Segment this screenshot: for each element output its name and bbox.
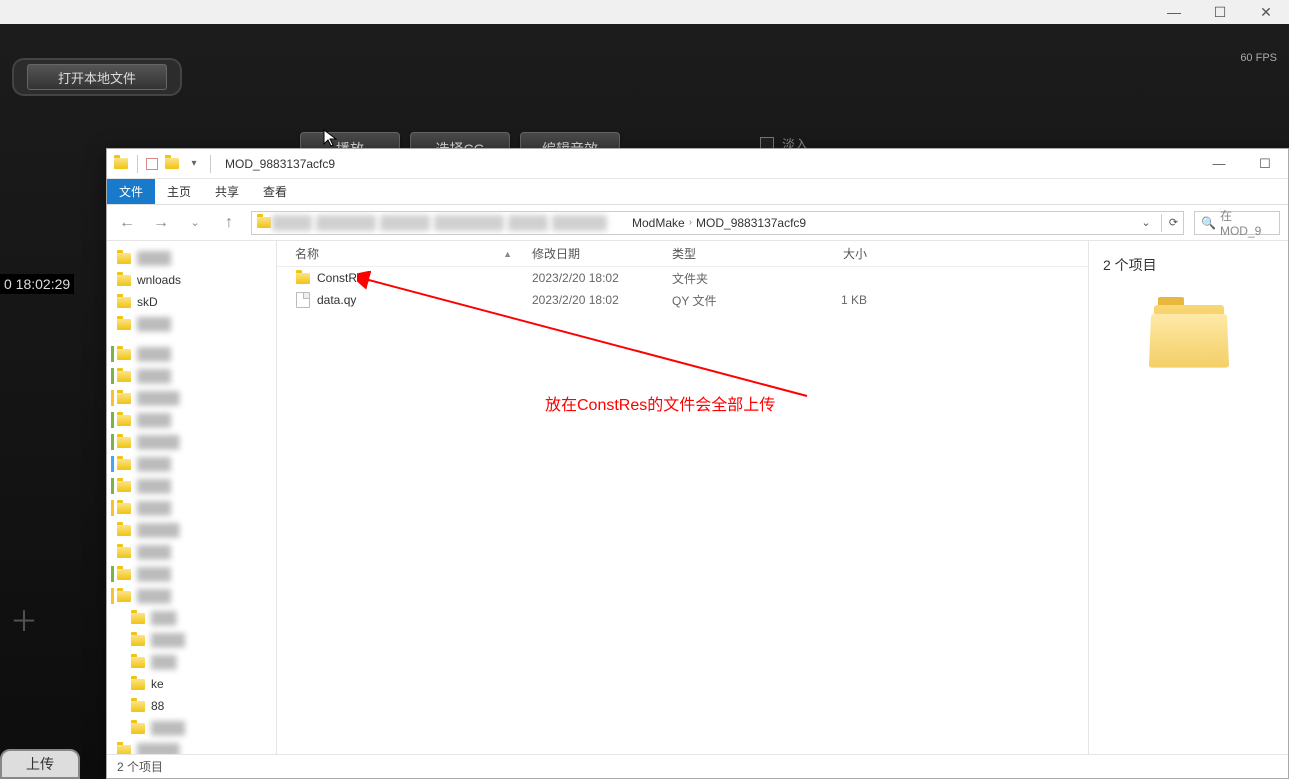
sort-asc-icon: ▲ [503, 249, 512, 259]
nav-item-88[interactable]: 88 [151, 699, 164, 713]
address-dropdown-button[interactable]: ⌄ [1137, 214, 1155, 232]
ribbon-tab-view[interactable]: 查看 [251, 179, 299, 204]
list-item[interactable]: data.qy 2023/2/20 18:02 QY 文件 1 KB [277, 289, 1088, 311]
list-item[interactable]: ConstRes 2023/2/20 18:02 文件夹 [277, 267, 1088, 289]
qat-properties-icon[interactable] [146, 158, 158, 170]
file-name: data.qy [317, 293, 356, 307]
bg-min-button[interactable]: — [1151, 0, 1197, 24]
folder-icon [295, 270, 311, 286]
nav-forward-button[interactable]: → [149, 211, 173, 235]
explorer-window: ▾ MOD_9883137acfc9 — ☐ 文件 主页 共享 查看 ← → ⌄… [106, 148, 1289, 779]
col-date[interactable]: 修改日期 [532, 245, 672, 262]
qat-dropdown-icon[interactable]: ▾ [186, 156, 202, 172]
search-placeholder: 在 MOD_9 [1220, 207, 1273, 238]
exp-max-button[interactable]: ☐ [1242, 149, 1288, 179]
nav-back-button[interactable]: ← [115, 211, 139, 235]
file-list[interactable]: 名称 ▲ 修改日期 类型 大小 ConstRes 2023/2/20 18:02… [277, 241, 1088, 754]
fps-counter: 60 FPS [1240, 52, 1277, 64]
file-date: 2023/2/20 18:02 [532, 271, 672, 285]
nav-disk[interactable]: skD [137, 295, 158, 309]
column-headers: 名称 ▲ 修改日期 类型 大小 [277, 241, 1088, 267]
status-item-count: 2 个项目 [117, 758, 163, 775]
ribbon-tab-home[interactable]: 主页 [155, 179, 203, 204]
window-title: MOD_9883137acfc9 [225, 157, 335, 171]
nav-recent-dropdown[interactable]: ⌄ [183, 211, 207, 235]
open-file-panel: 打开本地文件 [12, 58, 182, 96]
breadcrumb-parent[interactable]: ModMake [632, 216, 685, 230]
bg-close-button[interactable]: ✕ [1243, 0, 1289, 24]
chevron-icon: › [689, 217, 692, 228]
ribbon-tab-file[interactable]: 文件 [107, 179, 155, 204]
file-type: QY 文件 [672, 292, 797, 309]
file-type: 文件夹 [672, 270, 797, 287]
col-type[interactable]: 类型 [672, 245, 797, 262]
preview-item-count: 2 个项目 [1103, 255, 1274, 275]
bg-titlebar: — ☐ ✕ [0, 0, 1289, 24]
status-bar: 2 个项目 [107, 754, 1288, 778]
nav-tree[interactable]: ████ wnloads skD ████ ████ ████ █████ ██… [107, 241, 277, 754]
address-folder-icon [256, 215, 272, 231]
timestamp-display: 0 18:02:29 [0, 274, 74, 294]
redacted-path [272, 215, 607, 231]
explorer-titlebar[interactable]: ▾ MOD_9883137acfc9 — ☐ [107, 149, 1288, 179]
bg-max-button[interactable]: ☐ [1197, 0, 1243, 24]
ribbon-tab-share[interactable]: 共享 [203, 179, 251, 204]
cursor-icon [322, 128, 342, 153]
file-name: ConstRes [317, 271, 370, 285]
col-size[interactable]: 大小 [797, 245, 887, 262]
large-folder-icon [1154, 305, 1224, 365]
annotation-text: 放在ConstRes的文件会全部上传 [545, 391, 775, 415]
search-input[interactable]: 🔍 在 MOD_9 [1194, 211, 1280, 235]
nav-item-ke[interactable]: ke [151, 677, 164, 691]
address-bar[interactable]: ModMake › MOD_9883137acfc9 ⌄ ⟳ [251, 211, 1184, 235]
ribbon: 文件 主页 共享 查看 [107, 179, 1288, 205]
file-date: 2023/2/20 18:02 [532, 293, 672, 307]
folder-icon [113, 156, 129, 172]
search-icon: 🔍 [1201, 216, 1216, 230]
col-name[interactable]: 名称 ▲ [277, 245, 532, 262]
file-size: 1 KB [797, 293, 887, 307]
open-local-file-button[interactable]: 打开本地文件 [27, 64, 167, 90]
preview-pane: 2 个项目 [1088, 241, 1288, 754]
breadcrumb-current[interactable]: MOD_9883137acfc9 [696, 216, 806, 230]
nav-toolbar: ← → ⌄ ↑ ModMake › MOD_9883137acfc9 ⌄ ⟳ 🔍… [107, 205, 1288, 241]
nav-up-button[interactable]: ↑ [217, 211, 241, 235]
qat-neworopen-icon[interactable] [164, 156, 180, 172]
file-icon [295, 292, 311, 308]
exp-min-button[interactable]: — [1196, 149, 1242, 179]
add-icon[interactable]: ＋ [10, 600, 38, 640]
upload-button[interactable]: 上传 [0, 749, 80, 779]
nav-downloads[interactable]: wnloads [137, 273, 181, 287]
refresh-button[interactable]: ⟳ [1161, 214, 1179, 232]
